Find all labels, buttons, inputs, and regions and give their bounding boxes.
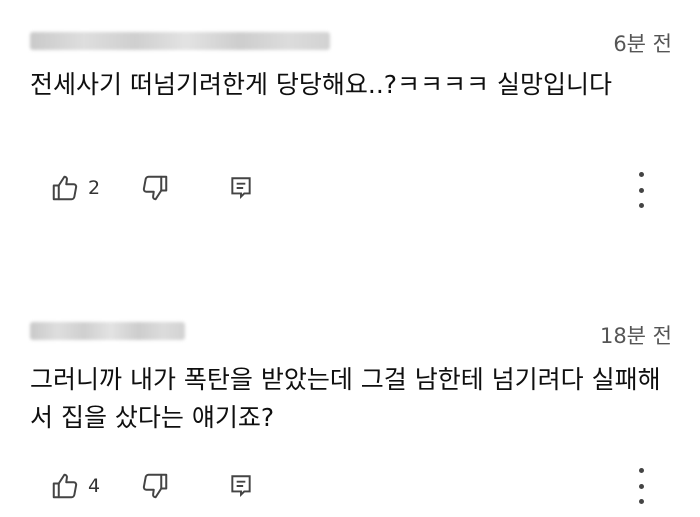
comment-actions: 2 [50, 168, 268, 208]
more-vert-icon [638, 172, 644, 177]
dislike-button[interactable] [140, 471, 228, 501]
more-vert-icon [638, 468, 644, 473]
comment-text: 그러니까 내가 폭탄을 받았는데 그걸 남한테 넘기려다 실패해서 집을 샀다는… [30, 365, 661, 432]
like-count: 2 [88, 177, 101, 199]
thumbs-down-icon[interactable] [140, 173, 170, 203]
thumbs-down-icon[interactable] [140, 471, 170, 501]
comment-actions: 4 [50, 466, 268, 506]
like-button[interactable]: 4 [50, 471, 140, 501]
thumbs-up-icon[interactable] [50, 471, 80, 501]
dislike-button[interactable] [140, 173, 228, 203]
like-button[interactable]: 2 [50, 173, 140, 203]
reply-button[interactable] [228, 473, 268, 499]
comment-timestamp[interactable]: 18분 전 [600, 320, 672, 350]
comment-timestamp[interactable]: 6분 전 [613, 28, 672, 58]
author-name-blurred[interactable] [30, 322, 185, 340]
comment-text: 전세사기 떠넘기려한게 당당해요..?ㅋㅋㅋㅋ 실망입니다 [30, 70, 613, 99]
comment-menu-button[interactable] [634, 468, 648, 504]
comment-item: 18분 전 그러니까 내가 폭탄을 받았는데 그걸 남한테 넘기려다 실패해서 … [0, 300, 700, 517]
like-count: 4 [88, 475, 101, 497]
reply-icon[interactable] [228, 175, 254, 201]
thumbs-up-icon[interactable] [50, 173, 80, 203]
comment-item: 6분 전 전세사기 떠넘기려한게 당당해요..?ㅋㅋㅋㅋ 실망입니다 2 [0, 0, 700, 250]
reply-icon[interactable] [228, 473, 254, 499]
author-name-blurred[interactable] [30, 32, 330, 50]
comment-menu-button[interactable] [634, 172, 648, 208]
reply-button[interactable] [228, 175, 268, 201]
